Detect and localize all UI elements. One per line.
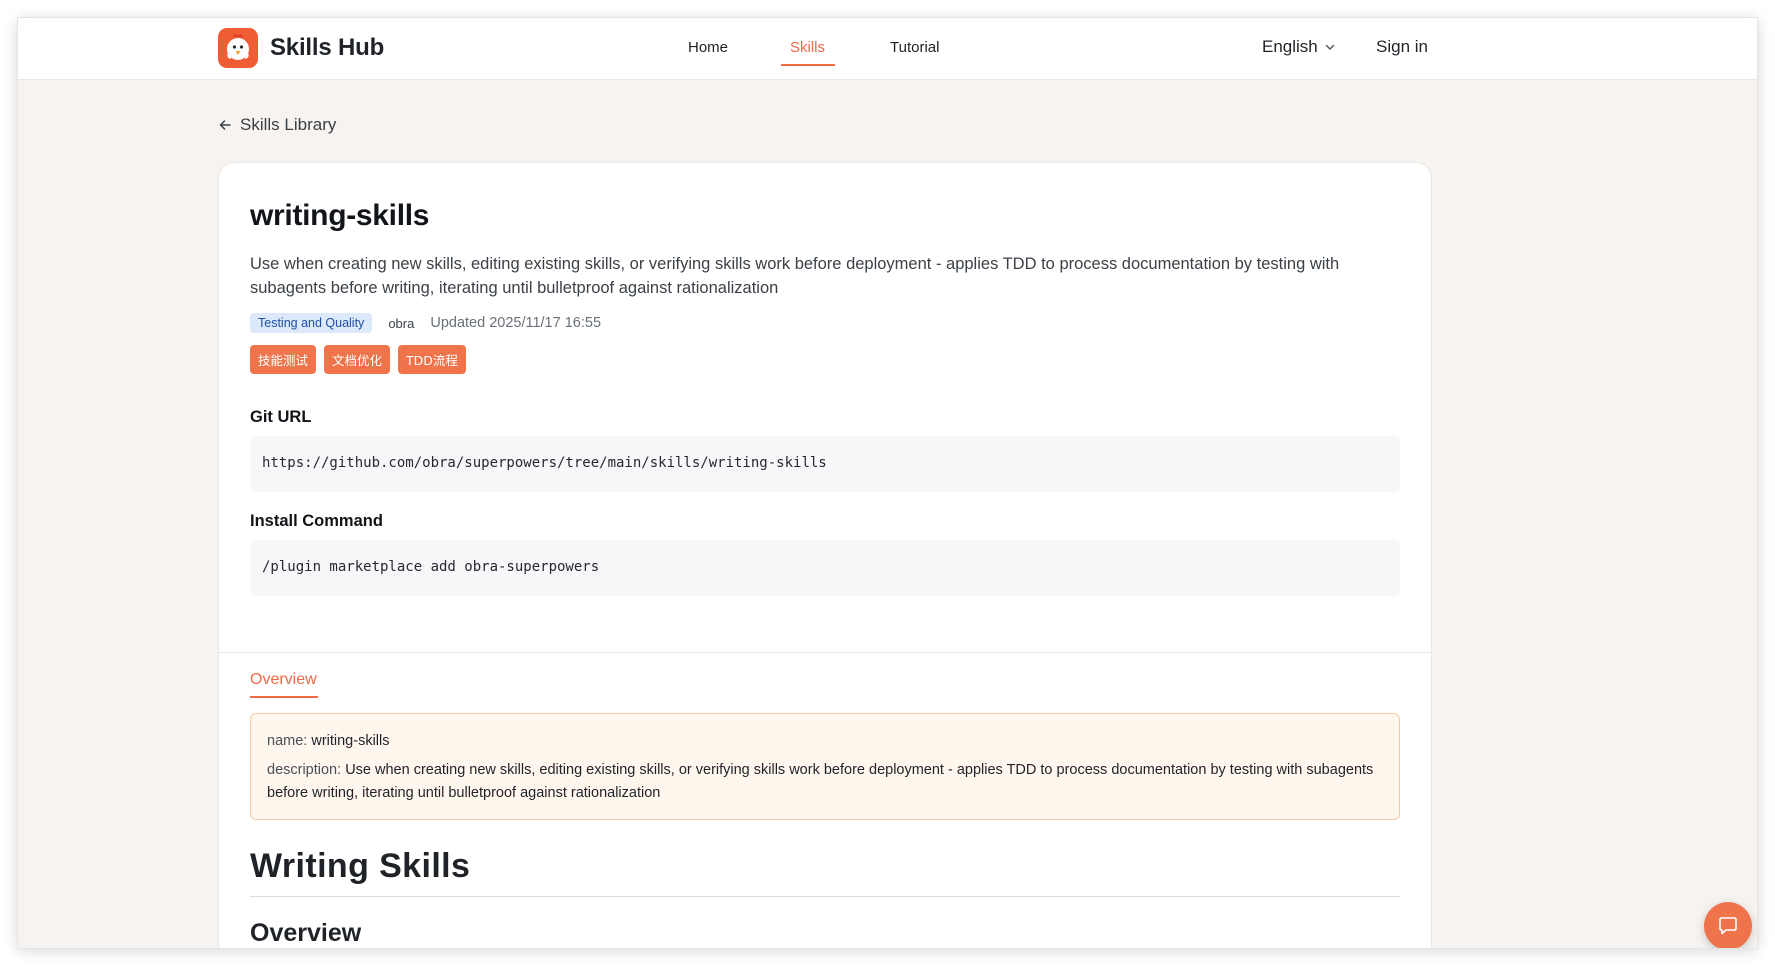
frontmatter-name-key: name: [267,733,308,749]
content-heading-1: Writing Skills [250,847,1400,897]
nav-home[interactable]: Home [688,39,728,56]
frontmatter-box: name: writing-skills description: Use wh… [250,713,1400,820]
git-url-heading: Git URL [250,408,312,426]
author-name: obra [388,315,415,331]
nav-tutorial[interactable]: Tutorial [890,39,939,56]
skill-meta: Testing and Quality obra Updated 2025/11… [250,313,601,333]
browser-window: Skills Hub Home Skills Tutorial English … [18,18,1757,948]
skill-title: writing-skills [250,199,430,232]
install-command-heading: Install Command [250,512,383,530]
chat-bubble-icon [1719,917,1737,935]
tag-chip[interactable]: 技能测试 [250,345,317,374]
section-divider [219,652,1431,653]
language-selector[interactable]: English [1262,37,1336,57]
frontmatter-name-value: writing-skills [311,733,390,749]
updated-timestamp: Updated 2025/11/17 16:55 [430,315,602,331]
arrow-left-icon [219,120,231,130]
nav-skills[interactable]: Skills [790,39,825,56]
nav-skills-active-indicator [781,64,835,66]
chat-support-button[interactable] [1704,902,1752,948]
frontmatter-description-key: description: [267,762,342,778]
back-to-library-link[interactable]: Skills Library [218,115,336,135]
tag-chip[interactable]: TDD流程 [398,345,466,374]
frontmatter-name-row: name: writing-skills [267,730,1383,753]
frontmatter-description-row: description: Use when creating new skill… [267,759,1383,805]
top-header: Skills Hub Home Skills Tutorial English … [18,18,1757,80]
skill-description: Use when creating new skills, editing ex… [250,255,1340,297]
tag-list: 技能测试 文档优化 TDD流程 [250,345,466,374]
git-url-code[interactable]: https://github.com/obra/superpowers/tree… [250,436,1400,492]
chevron-down-icon [1325,44,1334,50]
install-command-code[interactable]: /plugin marketplace add obra-superpowers [250,540,1400,596]
brand-name[interactable]: Skills Hub [270,34,384,62]
skill-detail-card: writing-skills Use when creating new ski… [218,162,1432,948]
frontmatter-description-value: Use when creating new skills, editing ex… [267,762,1374,801]
back-link-label: Skills Library [240,115,337,134]
tab-overview[interactable]: Overview [250,671,317,689]
tag-chip[interactable]: 文档优化 [324,345,391,374]
category-badge[interactable]: Testing and Quality [250,313,373,333]
chicken-logo-icon[interactable] [218,28,258,68]
sign-in-link[interactable]: Sign in [1376,37,1428,57]
tab-overview-active-indicator [250,696,318,698]
content-heading-2: Overview [250,919,1400,948]
language-label: English [1262,37,1318,56]
